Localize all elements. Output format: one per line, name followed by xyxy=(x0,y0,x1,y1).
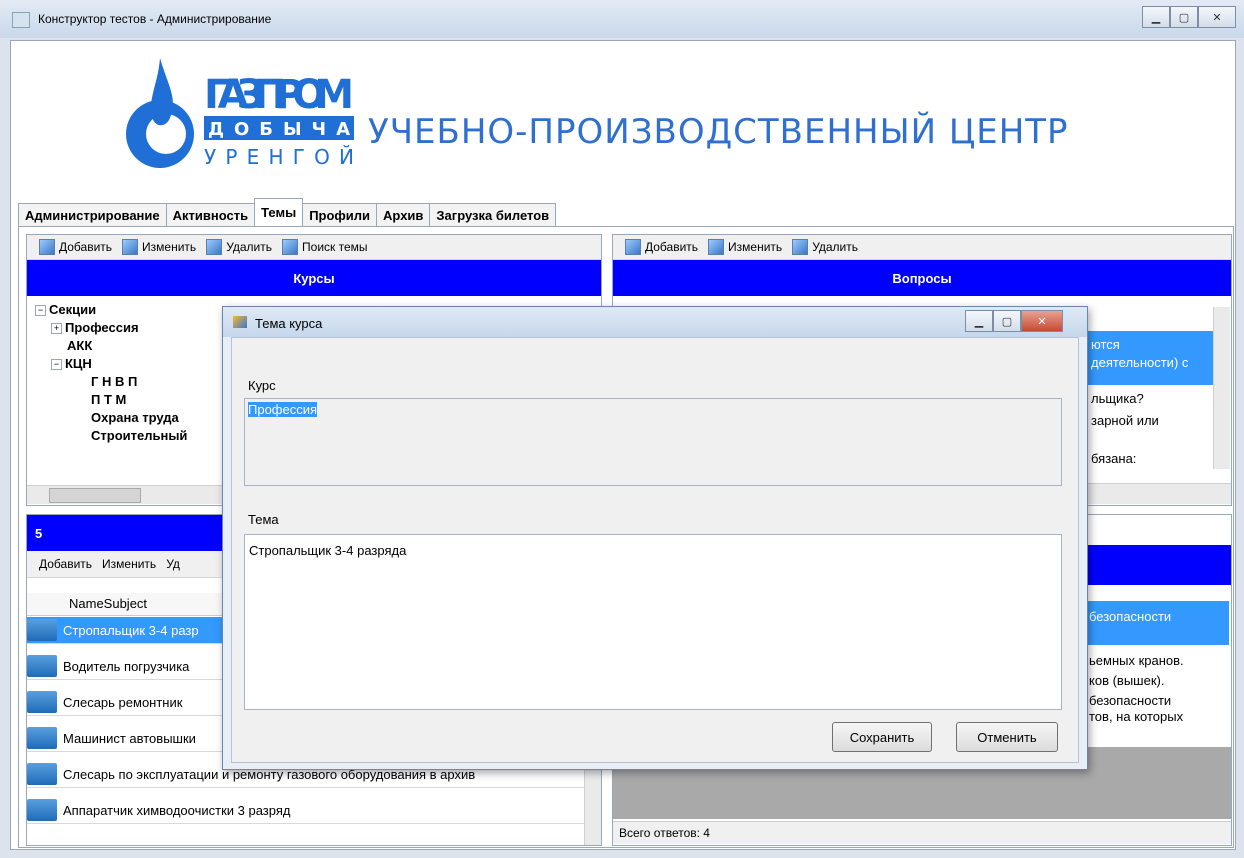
collapse-icon[interactable]: − xyxy=(35,305,46,317)
folder-icon xyxy=(27,799,57,821)
answer-fragment: ков (вышек). xyxy=(1089,673,1165,688)
image-icon xyxy=(282,239,299,255)
window-title: Конструктор тестов - Администрирование xyxy=(38,12,272,26)
add-subject-button[interactable]: Добавить xyxy=(39,557,92,571)
question-fragment: бязана: xyxy=(1091,451,1137,466)
minimize-icon[interactable]: ▁ xyxy=(965,310,993,332)
tab-activity[interactable]: Активность xyxy=(165,203,256,226)
tab-profiles[interactable]: Профили xyxy=(302,203,378,226)
image-icon xyxy=(708,239,725,255)
save-button[interactable]: Сохранить xyxy=(832,722,932,752)
delete-course-button[interactable]: Удалить xyxy=(206,239,272,255)
close-icon[interactable]: ✕ xyxy=(1021,310,1063,332)
column-name-subject: NameSubject xyxy=(69,596,148,611)
course-label: Курс xyxy=(248,378,276,393)
tree-node-profession[interactable]: + Профессия xyxy=(51,320,139,335)
topic-dialog: Тема курса ▁ ▢ ✕ Курс Профессия Тема Стр… xyxy=(222,306,1088,770)
tree-node-construction[interactable]: Строительный xyxy=(91,428,187,443)
questions-toolbar: Добавить Изменить Удалить xyxy=(613,235,1231,260)
maximize-icon[interactable]: ▢ xyxy=(993,310,1021,332)
question-row-selected[interactable]: ются деятельности) с xyxy=(1087,331,1217,385)
add-course-button[interactable]: Добавить xyxy=(39,239,112,255)
cancel-button[interactable]: Отменить xyxy=(956,722,1058,752)
center-title: УЧЕБНО-ПРОИЗВОДСТВЕННЫЙ ЦЕНТР xyxy=(368,112,1069,152)
caption-buttons: ▁ ▢ ✕ xyxy=(1142,6,1236,28)
answer-fragment: тов, на которых xyxy=(1089,709,1184,724)
answer-row-selected[interactable]: безопасности xyxy=(1085,601,1229,645)
edit-course-button[interactable]: Изменить xyxy=(122,239,196,255)
image-icon xyxy=(122,239,139,255)
tree-node-gnvp[interactable]: Г Н В П xyxy=(91,374,137,389)
delete-subject-button[interactable]: Уд xyxy=(166,557,180,571)
tree-node-kcn[interactable]: − КЦН xyxy=(51,356,92,371)
list-item[interactable]: Аппаратчик химводоочистки 3 разряд xyxy=(27,797,595,824)
tree-node-labor-safety[interactable]: Охрана труда xyxy=(91,410,179,425)
tab-archive[interactable]: Архив xyxy=(376,203,431,226)
folder-icon xyxy=(27,619,57,641)
question-fragment: зарной или xyxy=(1091,413,1159,428)
app-icon xyxy=(12,12,30,28)
minimize-icon[interactable]: ▁ xyxy=(1142,6,1170,28)
courses-header: Курсы xyxy=(27,260,601,296)
svg-text:ГАЗПРОМ: ГАЗПРОМ xyxy=(204,72,354,118)
tab-topics[interactable]: Темы xyxy=(254,198,304,226)
image-icon xyxy=(206,239,223,255)
folder-icon xyxy=(27,727,57,749)
course-field[interactable]: Профессия xyxy=(244,398,1062,486)
questions-header: Вопросы xyxy=(613,260,1231,296)
gazprom-logo: ГАЗПРОМ Д О Б Ы Ч А У Р Е Н Г О Й xyxy=(120,46,360,186)
tab-strip: Администрирование Активность Темы Профил… xyxy=(18,198,557,226)
topic-field[interactable]: Стропальщик 3-4 разряда xyxy=(244,534,1062,710)
course-value: Профессия xyxy=(248,402,318,417)
edit-question-button[interactable]: Изменить xyxy=(708,239,782,255)
delete-question-button[interactable]: Удалить xyxy=(792,239,858,255)
expand-icon[interactable]: + xyxy=(51,323,62,335)
dialog-caption-buttons: ▁ ▢ ✕ xyxy=(965,310,1063,332)
window-titlebar: Конструктор тестов - Администрирование ▁… xyxy=(0,0,1244,38)
dialog-app-icon xyxy=(233,316,247,328)
scroll-thumb[interactable] xyxy=(49,488,141,503)
collapse-icon[interactable]: − xyxy=(51,359,62,371)
image-icon xyxy=(792,239,809,255)
svg-text:У Р Е Н Г О Й: У Р Е Н Г О Й xyxy=(204,145,354,169)
tab-administration[interactable]: Администрирование xyxy=(18,203,167,226)
image-icon xyxy=(39,239,55,255)
dialog-titlebar: Тема курса ▁ ▢ ✕ xyxy=(223,307,1087,337)
courses-toolbar: Добавить Изменить Удалить Поиск темы xyxy=(27,235,601,260)
dialog-body: Курс Профессия Тема Стропальщик 3-4 разр… xyxy=(231,337,1079,763)
tree-node-ptm[interactable]: П Т М xyxy=(91,392,126,407)
question-fragment: льщика? xyxy=(1091,391,1144,406)
folder-icon xyxy=(27,763,57,785)
answers-statusbar: Всего ответов: 4 xyxy=(613,821,1231,844)
maximize-icon[interactable]: ▢ xyxy=(1170,6,1198,28)
dialog-title: Тема курса xyxy=(255,316,323,331)
answer-fragment: безопасности xyxy=(1089,693,1172,708)
topic-label: Тема xyxy=(248,512,279,527)
image-icon xyxy=(625,239,641,255)
vertical-scrollbar[interactable] xyxy=(1213,307,1230,469)
answers-count: Всего ответов: 4 xyxy=(619,826,710,840)
tree-node-akk[interactable]: АКК xyxy=(67,338,92,353)
edit-subject-button[interactable]: Изменить xyxy=(102,557,156,571)
close-icon[interactable]: ✕ xyxy=(1198,6,1236,28)
folder-icon xyxy=(27,691,57,713)
folder-icon xyxy=(27,655,57,677)
add-question-button[interactable]: Добавить xyxy=(625,239,698,255)
tree-node-sections[interactable]: − Секции xyxy=(35,302,96,317)
search-topic-button[interactable]: Поиск темы xyxy=(282,239,368,255)
tab-ticket-upload[interactable]: Загрузка билетов xyxy=(429,203,557,226)
answer-fragment: ьемных кранов. xyxy=(1089,653,1184,668)
svg-text:Д О Б Ы Ч А: Д О Б Ы Ч А xyxy=(208,119,350,140)
